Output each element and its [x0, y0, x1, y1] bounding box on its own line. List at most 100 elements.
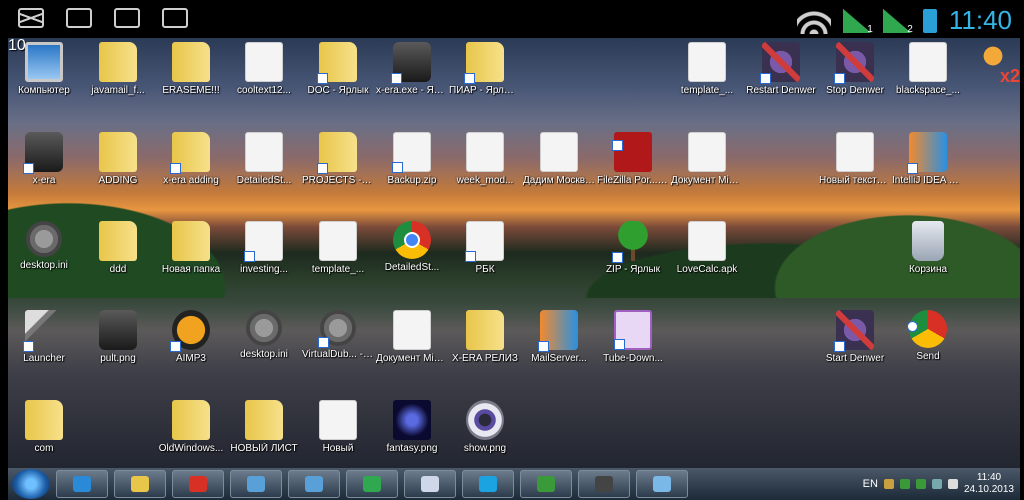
desktop-icon[interactable]: desktop.ini — [8, 221, 80, 272]
desktop-icon-label: Backup.zip — [387, 175, 437, 186]
desktop-icon[interactable]: com — [8, 400, 80, 455]
desktop-icon[interactable]: Stop Denwer — [819, 42, 891, 97]
briefcase-icon[interactable] — [66, 8, 92, 28]
play-store-icon[interactable] — [114, 8, 140, 28]
desktop-icon[interactable]: PБК — [449, 221, 521, 276]
taskbar-explorer-button[interactable] — [114, 470, 166, 498]
taskbar-mail-button[interactable] — [346, 470, 398, 498]
desktop-icon[interactable]: cooltext12... — [228, 42, 300, 97]
desktop-icon[interactable]: Документ Microsoft ... — [671, 132, 743, 187]
desktop-icon[interactable]: Компьютер — [8, 42, 80, 97]
desktop-icon-label: Новый текстовый... — [819, 175, 891, 186]
taskbar-rdp-button[interactable] — [636, 470, 688, 498]
gear-icon — [26, 221, 62, 257]
desktop-icon-label: Restart Denwer — [746, 85, 816, 96]
desktop-icon[interactable]: DOC - Ярлык — [302, 42, 374, 97]
taskbar-notes-button[interactable] — [404, 470, 456, 498]
tray-icon[interactable] — [931, 479, 942, 489]
desktop-icon-label: Tube-Down... — [603, 353, 663, 364]
desktop-icon-label: PБК — [475, 264, 495, 275]
desktop-icon[interactable]: fantasy.png — [376, 400, 448, 455]
desktop-icon[interactable]: Launcher — [8, 310, 80, 365]
taskbar-dl-button[interactable] — [520, 470, 572, 498]
desktop-icon[interactable]: desktop.ini — [228, 310, 300, 361]
screenshot-icon[interactable] — [162, 8, 188, 28]
desktop-icon-label: cooltext12... — [237, 85, 291, 96]
desktop-icon[interactable]: javamail_f... — [82, 42, 154, 97]
desktop-icon[interactable]: Новый текстовый... — [819, 132, 891, 187]
desktop-icon[interactable]: investing... — [228, 221, 300, 276]
desktop-icon[interactable]: pult.png — [82, 310, 154, 365]
desktop-icon[interactable]: LoveCalc.apk — [671, 221, 743, 276]
desktop-icon[interactable]: AIMP3 — [155, 310, 227, 365]
desktop-icon-label: DetailedSt... — [384, 262, 440, 273]
taskbar-buttons — [56, 470, 694, 498]
desktop-icon[interactable]: ZIP - Ярлык — [597, 221, 669, 276]
desktop-icon[interactable]: DetailedSt... — [228, 132, 300, 187]
aimp-icon — [170, 310, 210, 352]
desktop-icon[interactable]: OldWindows... — [155, 400, 227, 455]
desktop-icon[interactable]: ERASEME!!! — [155, 42, 227, 97]
desktop-icon[interactable]: MailServer... — [523, 310, 595, 365]
desktop-icon-label: x-era adding — [163, 175, 219, 186]
taskbar-chrome-button[interactable] — [172, 470, 224, 498]
file-icon — [836, 132, 874, 172]
tray-clock[interactable]: 11:40 24.10.2013 — [964, 472, 1014, 496]
folder-icon — [245, 400, 283, 440]
desktop-icon[interactable]: Корзина — [892, 221, 964, 276]
desktop-icon[interactable]: VirtualDub... - Ярлык — [302, 310, 374, 361]
volume-icon[interactable] — [947, 479, 958, 489]
desktop-icon[interactable]: blackspace_... — [892, 42, 964, 97]
taskbar-skype-button[interactable] — [462, 470, 514, 498]
desktop-icon-label: ddd — [109, 264, 127, 275]
windows-taskbar: EN 11:40 24.10.2013 — [8, 468, 1020, 500]
desktop-icon[interactable]: x-era.exe - Ярлык — [376, 42, 448, 97]
desktop-icon[interactable]: x-era adding — [155, 132, 227, 187]
desktop-icon[interactable]: X-ERA РЕЛИЗ — [449, 310, 521, 365]
stop-icon — [834, 310, 874, 352]
desktop-icon[interactable]: Restart Denwer — [745, 42, 817, 97]
desktop-icon[interactable]: ADDING — [82, 132, 154, 187]
desktop-icon[interactable]: НОВЫЙ ЛИСТ — [228, 400, 300, 455]
desktop-icon[interactable]: Tube-Down... — [597, 310, 669, 365]
desktop-icon[interactable]: PROJECTS - Ярлык — [302, 132, 374, 187]
desktop-icon[interactable]: IntelliJ IDEA 12.1.3 — [892, 132, 964, 187]
mail-icon[interactable] — [18, 8, 44, 28]
file-icon — [393, 310, 431, 350]
desktop-icon[interactable]: Send — [892, 310, 964, 363]
file-icon — [319, 221, 357, 261]
desktop-icon[interactable]: template_... — [302, 221, 374, 276]
file-icon — [688, 42, 726, 82]
desktop-icon[interactable]: Start Denwer — [819, 310, 891, 365]
desktop-icon[interactable]: Backup.zip — [376, 132, 448, 187]
desktop-icon[interactable]: Дадим Москве Я... — [523, 132, 595, 187]
desktop-icon-label: template_... — [680, 85, 734, 96]
folder-icon — [172, 400, 210, 440]
taskbar-ie-button[interactable] — [56, 470, 108, 498]
language-indicator[interactable]: EN — [863, 478, 878, 490]
desktop-icon[interactable]: show.png — [449, 400, 521, 455]
start-button[interactable] — [12, 469, 50, 499]
taskbar-game-button[interactable] — [578, 470, 630, 498]
desktop-icon[interactable]: Новый — [302, 400, 374, 455]
desktop-icon[interactable]: Новая папка — [155, 221, 227, 276]
taskbar-users-button[interactable] — [230, 470, 282, 498]
desktop[interactable]: 10 x2 Компьютер javamail_f... ERASEME!!! co… — [8, 38, 1020, 468]
tray-icon[interactable] — [899, 479, 910, 489]
tray-icon[interactable] — [915, 479, 926, 489]
taskbar-users2-button[interactable] — [288, 470, 340, 498]
signal-sim2-icon: 2 — [882, 8, 913, 35]
desktop-icon[interactable]: ПИАР - Ярлык (2) — [449, 42, 521, 97]
desktop-icon[interactable]: FileZilla Por... - Ярлык — [597, 132, 669, 187]
desktop-icon[interactable]: week_mod... — [449, 132, 521, 187]
desktop-icon[interactable]: DetailedSt... — [376, 221, 448, 274]
file-icon — [688, 221, 726, 261]
tray-icon[interactable] — [883, 479, 894, 489]
desktop-icon[interactable]: ddd — [82, 221, 154, 276]
desktop-icon[interactable]: Документ Microsoft ... — [376, 310, 448, 365]
desktop-icon[interactable]: template_... — [671, 42, 743, 97]
stop-icon — [760, 42, 800, 84]
desktop-icon-label: LoveCalc.apk — [676, 264, 738, 275]
desktop-icon-label: OldWindows... — [158, 443, 224, 454]
desktop-icon[interactable]: x-era — [8, 132, 80, 187]
